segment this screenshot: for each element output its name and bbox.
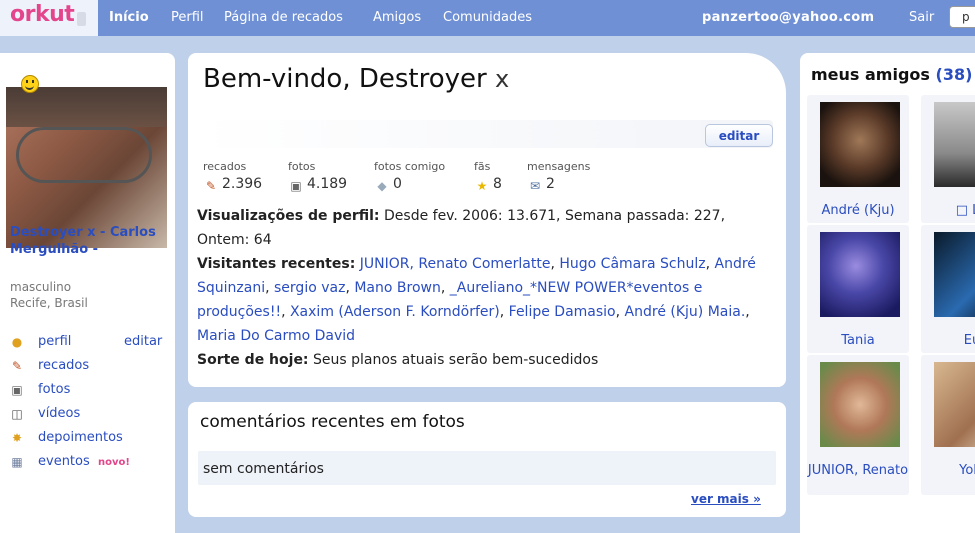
person-icon: ●	[11, 335, 23, 349]
daily-luck: Sorte de hoje: Seus planos atuais serão …	[197, 348, 777, 372]
nav-comunidades[interactable]: Comunidades	[443, 10, 532, 25]
stat-value: ◆ 0	[374, 176, 402, 193]
visitor-link[interactable]: Xaxim (Aderson F. Korndörfer)	[290, 304, 500, 320]
friends-count[interactable]: (38)	[936, 65, 973, 84]
user-email: panzertoo@yahoo.com	[702, 10, 875, 25]
profile-name[interactable]: Destroyer x - Carlos Mergulhão -	[10, 224, 170, 258]
see-more-link[interactable]: ver mais »	[691, 492, 761, 506]
nav-pagina-de-recados[interactable]: Página de recados	[224, 10, 343, 25]
stat-value: ▣ 4.189	[288, 176, 347, 193]
stat-label: fotos comigo	[374, 160, 446, 173]
nav-amigos[interactable]: Amigos	[373, 10, 421, 25]
friend-name[interactable]: □ LU	[921, 203, 975, 219]
pencil-icon: ✎	[205, 179, 217, 193]
new-badge: novo!	[98, 457, 130, 468]
visitor-link[interactable]: Felipe Damasio	[509, 304, 616, 320]
friend-name[interactable]: Eu	[921, 333, 975, 349]
comments-title: comentários recentes em fotos	[200, 412, 465, 432]
menu-fotos[interactable]: ▣ fotos	[8, 381, 173, 401]
stat-value: ✎ 2.396	[203, 176, 262, 193]
profile-location: Recife, Brasil	[10, 296, 88, 310]
menu-fotos-label: fotos	[38, 382, 71, 397]
badge-icon: ✸	[11, 431, 23, 445]
video-icon: ◫	[11, 407, 23, 421]
visitor-link[interactable]: Maria Do Carmo David	[197, 328, 355, 344]
edit-profile-link[interactable]: editar	[124, 334, 162, 349]
friend-photo[interactable]	[820, 232, 900, 317]
tag-icon: ◆	[377, 179, 387, 193]
smiley-icon[interactable]	[21, 75, 39, 93]
logo-accent	[77, 12, 86, 26]
menu-eventos[interactable]: ▦ eventos	[8, 453, 173, 473]
nav-perfil[interactable]: Perfil	[171, 10, 204, 25]
friend-name[interactable]: Tania	[807, 333, 909, 349]
note-icon: ✎	[11, 359, 23, 373]
friends-title-text: meus amigos	[811, 65, 930, 84]
luck-text: Seus planos atuais serão bem-sucedidos	[313, 352, 599, 368]
friend-photo[interactable]	[934, 362, 975, 447]
welcome-title: Bem-vindo, Destroyer x	[203, 64, 509, 94]
logout-link[interactable]: Sair	[909, 10, 934, 25]
orkut-logo[interactable]: orkut	[0, 0, 98, 36]
stat-value: ✉ 2	[527, 176, 555, 193]
menu-eventos-label: eventos	[38, 454, 90, 469]
friend-photo[interactable]	[934, 232, 975, 317]
welcome-text: Bem-vindo, Destroyer	[203, 64, 487, 94]
friend-card[interactable]: André (Kju)	[807, 95, 909, 223]
top-navigation-bar: orkut Início Perfil Página de recados Am…	[0, 0, 975, 36]
stat-label: mensagens	[527, 160, 591, 173]
luck-label: Sorte de hoje:	[197, 352, 309, 368]
stat-label: recados	[203, 160, 247, 173]
friend-photo[interactable]	[934, 102, 975, 187]
menu-depoimentos-label: depoimentos	[38, 430, 123, 445]
camera-icon: ▣	[11, 383, 23, 397]
envelope-icon: ✉	[529, 179, 541, 193]
recent-photo-comments-card: comentários recentes em fotos sem coment…	[188, 402, 786, 517]
star-icon: ★	[476, 179, 488, 193]
photo-glasses	[16, 127, 152, 183]
status-strip	[198, 120, 773, 148]
camera-icon: ▣	[290, 179, 302, 193]
visitors-label: Visitantes recentes:	[197, 256, 356, 272]
friend-photo[interactable]	[820, 102, 900, 187]
menu-perfil-label: perfil	[38, 334, 72, 349]
visitor-link[interactable]: sergio vaz	[274, 280, 345, 296]
stat-label: fotos	[288, 160, 316, 173]
friend-name[interactable]: JUNIOR, Renato	[807, 463, 909, 479]
friend-card[interactable]: Eu	[921, 225, 975, 353]
calendar-icon: ▦	[11, 455, 23, 469]
friend-card[interactable]: □ LU	[921, 95, 975, 223]
friend-card[interactable]: Yola	[921, 355, 975, 495]
nav-inicio[interactable]: Início	[109, 10, 149, 25]
search-input[interactable]: p	[949, 6, 975, 28]
friend-name[interactable]: Yola	[921, 463, 975, 479]
friend-card[interactable]: Tania	[807, 225, 909, 353]
friends-title[interactable]: meus amigos (38)	[811, 65, 972, 84]
visitor-link[interactable]: JUNIOR, Renato Comerlatte	[360, 256, 551, 272]
edit-status-button[interactable]: editar	[705, 124, 773, 147]
visitor-link[interactable]: Hugo Câmara Schulz	[559, 256, 705, 272]
profile-gender: masculino	[10, 280, 72, 294]
comments-empty-text: sem comentários	[203, 461, 324, 477]
welcome-suffix: x	[495, 65, 510, 93]
menu-videos[interactable]: ◫ vídeos	[8, 405, 173, 425]
menu-recados-label: recados	[38, 358, 90, 373]
profile-views: Visualizações de perfil: Desde fev. 2006…	[197, 204, 777, 252]
menu-depoimentos[interactable]: ✸ depoimentos	[8, 429, 173, 449]
stat-value: ★ 8	[474, 176, 502, 193]
logo-text: orkut	[10, 2, 75, 27]
friend-photo[interactable]	[820, 362, 900, 447]
photo-hair	[6, 87, 167, 127]
recent-visitors: Visitantes recentes: JUNIOR, Renato Come…	[197, 256, 756, 344]
friend-name[interactable]: André (Kju)	[807, 203, 909, 219]
friend-card[interactable]: JUNIOR, Renato	[807, 355, 909, 495]
visitor-link[interactable]: André (Kju) Maia.	[625, 304, 746, 320]
stat-label: fãs	[474, 160, 491, 173]
visitor-link[interactable]: Mano Brown	[354, 280, 441, 296]
menu-recados[interactable]: ✎ recados	[8, 357, 173, 377]
views-label: Visualizações de perfil:	[197, 208, 380, 224]
menu-videos-label: vídeos	[38, 406, 81, 421]
